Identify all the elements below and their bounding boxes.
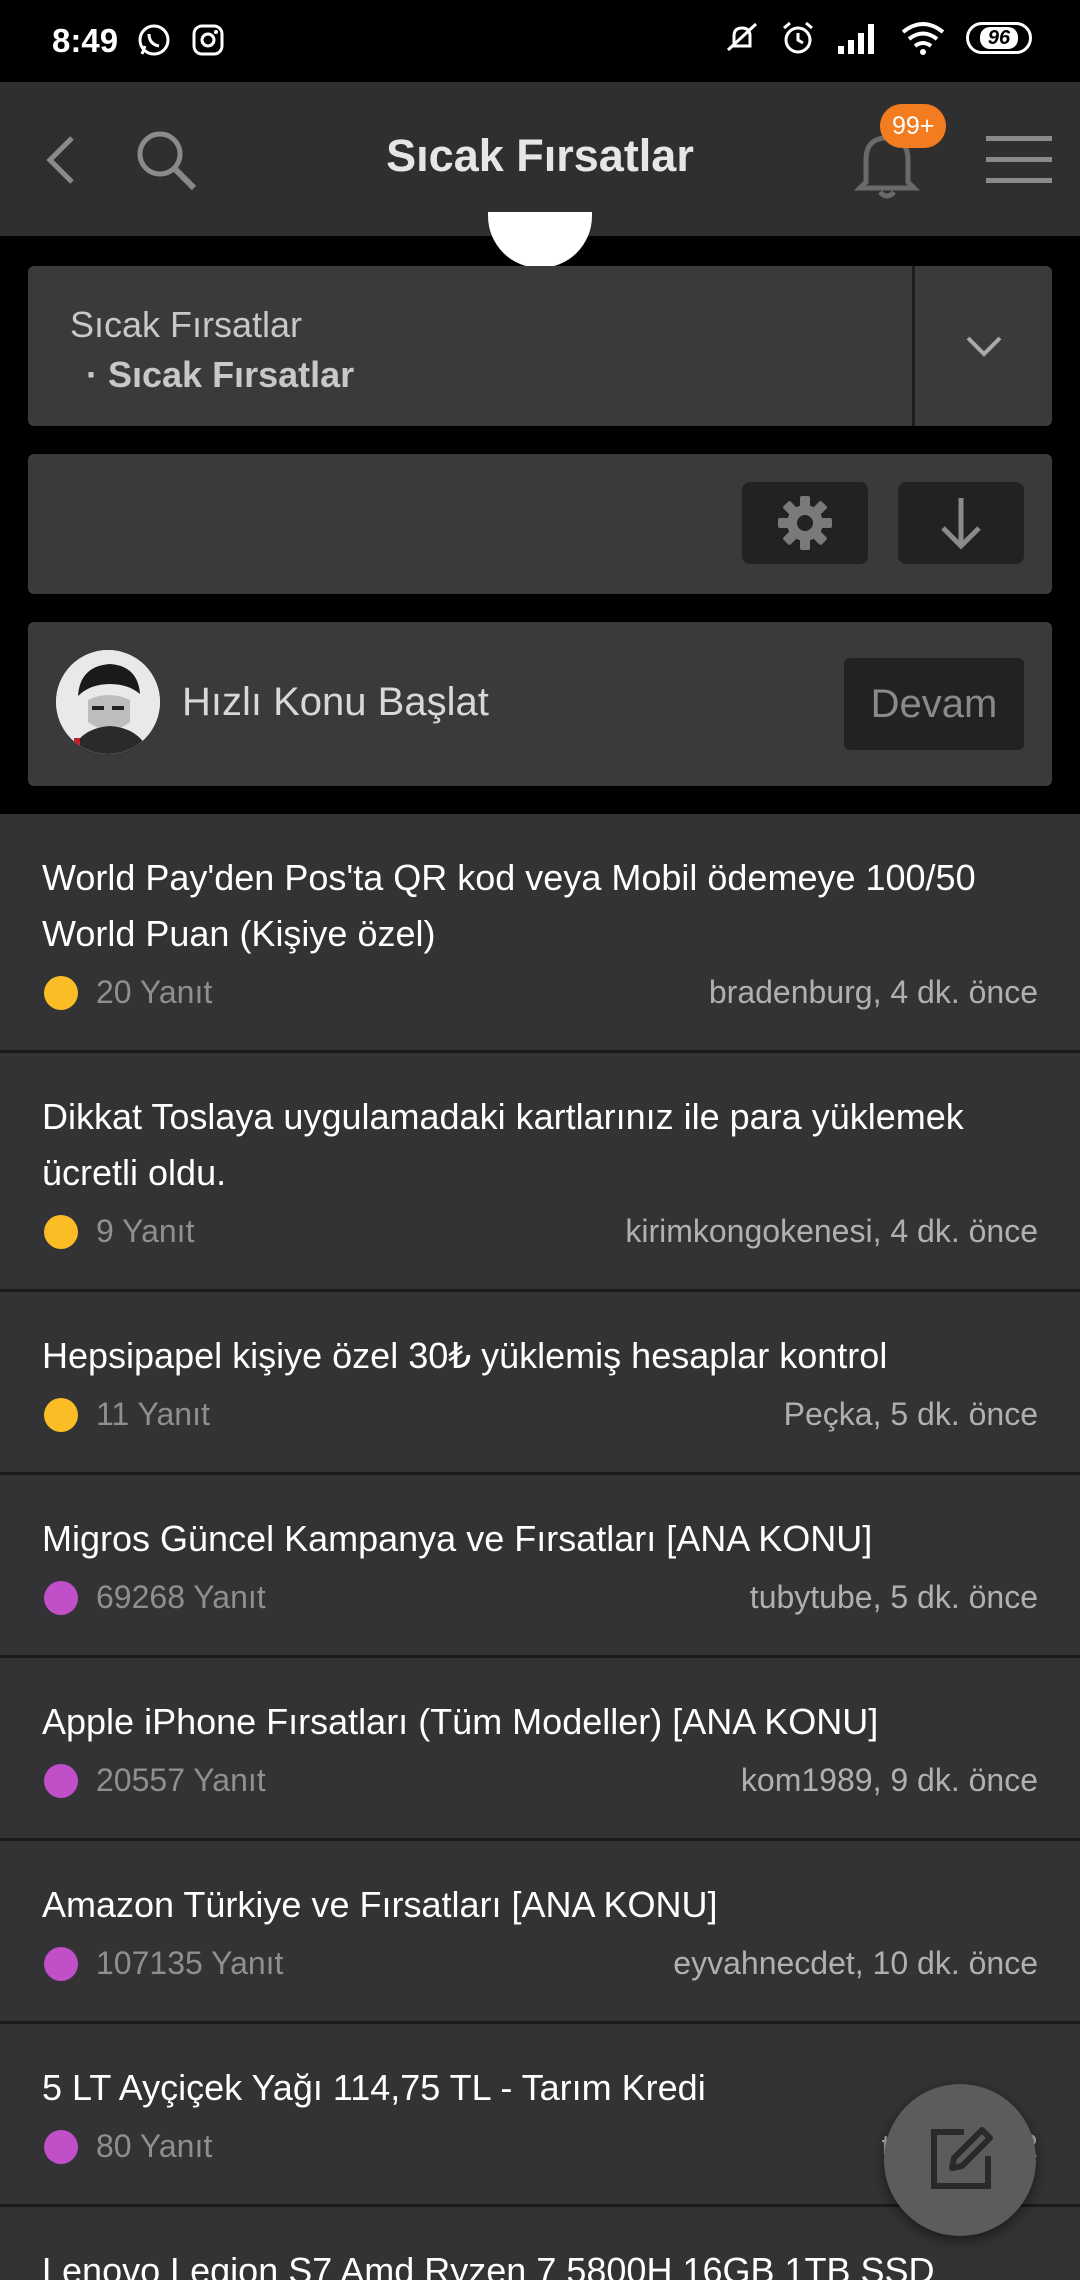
topic-meta: 20 Yanıt bradenburg, 4 dk. önce <box>42 968 1038 1020</box>
topic-replies: 69268 Yanıt <box>96 1579 266 1615</box>
battery-icon: 96 <box>966 22 1032 54</box>
topic-author[interactable]: bradenburg, 4 dk. önce <box>709 974 1038 1011</box>
topic-title[interactable]: Dikkat Toslaya uygulamadaki kartlarınız … <box>42 1089 1038 1201</box>
topic-meta: 69268 Yanıt tubytube, 5 dk. önce <box>42 1573 1038 1625</box>
alarm-icon <box>783 21 813 54</box>
topic-author[interactable]: tubytube, 5 dk. önce <box>750 1579 1038 1616</box>
list-toolbar <box>28 454 1052 594</box>
status-time: 8:49 <box>52 22 119 59</box>
chevron-down-icon <box>966 336 1002 357</box>
forum-parent-label: Sıcak Fırsatlar <box>70 304 303 345</box>
topic-replies: 80 Yanıt <box>96 2128 213 2164</box>
continue-button[interactable]: Devam <box>844 658 1024 750</box>
avatar[interactable] <box>56 650 160 754</box>
topic-title[interactable]: Hepsipapel kişiye özel 30₺ yüklemiş hesa… <box>42 1328 1038 1384</box>
topic-replies: 9 Yanıt <box>96 1213 195 1249</box>
divider <box>912 266 915 426</box>
topic-status-dot <box>44 976 78 1010</box>
status-left-icons <box>136 22 226 58</box>
battery-level: 96 <box>979 27 1019 49</box>
user-avatar-image <box>56 650 160 754</box>
topic-status-dot <box>44 2130 78 2164</box>
whatsapp-icon <box>138 24 170 56</box>
topic-title[interactable]: Amazon Türkiye ve Fırsatları [ANA KONU] <box>42 1877 1038 1933</box>
quick-topic-panel: Hızlı Konu Başlat Devam <box>28 622 1052 786</box>
notification-badge: 99+ <box>880 104 947 148</box>
topic-meta: 107135 Yanıt eyvahnecdet, 10 dk. önce <box>42 1939 1038 1991</box>
quick-topic-label[interactable]: Hızlı Konu Başlat <box>182 680 489 725</box>
sort-button[interactable] <box>898 482 1024 564</box>
topic-status-dot <box>44 1215 78 1249</box>
topic-row[interactable]: World Pay'den Pos'ta QR kod veya Mobil ö… <box>0 814 1080 1053</box>
forum-current-label: · Sıcak Fırsatlar <box>86 354 355 395</box>
status-bar: 8:49 96 <box>0 0 1080 82</box>
topic-meta: 20557 Yanıt kom1989, 9 dk. önce <box>42 1756 1038 1808</box>
topic-meta: 11 Yanıt Peçka, 5 dk. önce <box>42 1390 1038 1442</box>
topic-status-dot <box>44 1581 78 1615</box>
topic-author[interactable]: eyvahnecdet, 10 dk. önce <box>673 1945 1038 1982</box>
topic-status-dot <box>44 1764 78 1798</box>
topic-title[interactable]: Lenovo Legion S7 Amd Ryzen 7 5800H 16GB … <box>42 2243 1038 2280</box>
topic-author[interactable]: Peçka, 5 dk. önce <box>784 1396 1038 1433</box>
topic-row[interactable]: Migros Güncel Kampanya ve Fırsatları [AN… <box>0 1475 1080 1658</box>
menu-icon[interactable] <box>986 132 1052 188</box>
topic-row[interactable]: Dikkat Toslaya uygulamadaki kartlarınız … <box>0 1053 1080 1292</box>
topic-status-dot <box>44 1947 78 1981</box>
topic-title[interactable]: World Pay'den Pos'ta QR kod veya Mobil ö… <box>42 850 1038 962</box>
new-topic-fab[interactable] <box>884 2084 1036 2236</box>
topic-meta: 9 Yanıt kirimkongokenesi, 4 dk. önce <box>42 1207 1038 1259</box>
topic-replies: 20557 Yanıt <box>96 1762 266 1798</box>
topic-replies: 20 Yanıt <box>96 974 213 1010</box>
topic-status-dot <box>44 1398 78 1432</box>
status-right-icons: 96 <box>724 20 1032 56</box>
arrow-down-icon <box>941 498 981 550</box>
mute-icon <box>726 22 758 52</box>
topic-title[interactable]: Apple iPhone Fırsatları (Tüm Modeller) [… <box>42 1694 1038 1750</box>
topic-replies: 11 Yanıt <box>96 1396 210 1432</box>
edit-icon <box>931 2127 993 2189</box>
topic-author[interactable]: kom1989, 9 dk. önce <box>741 1762 1038 1799</box>
pull-to-refresh-indicator <box>488 212 592 268</box>
signal-icon <box>838 24 874 54</box>
topic-replies: 107135 Yanıt <box>96 1945 284 1981</box>
forum-selector[interactable]: Sıcak Fırsatlar · Sıcak Fırsatlar <box>28 266 1052 426</box>
forum-dropdown-button[interactable] <box>916 266 1052 426</box>
topic-row[interactable]: Apple iPhone Fırsatları (Tüm Modeller) [… <box>0 1658 1080 1841</box>
settings-button[interactable] <box>742 482 868 564</box>
topic-row[interactable]: Hepsipapel kişiye özel 30₺ yüklemiş hesa… <box>0 1292 1080 1475</box>
topic-title[interactable]: Migros Güncel Kampanya ve Fırsatları [AN… <box>42 1511 1038 1567</box>
instagram-icon <box>192 24 224 56</box>
topic-list: World Pay'den Pos'ta QR kod veya Mobil ö… <box>0 814 1080 2280</box>
topic-author[interactable]: kirimkongokenesi, 4 dk. önce <box>625 1213 1038 1250</box>
wifi-icon <box>901 22 945 55</box>
gear-icon <box>778 496 832 550</box>
topic-row[interactable]: Amazon Türkiye ve Fırsatları [ANA KONU] 1… <box>0 1841 1080 2024</box>
topic-title[interactable]: 5 LT Ayçiçek Yağı 114,75 TL - Tarım Kred… <box>42 2060 1038 2116</box>
